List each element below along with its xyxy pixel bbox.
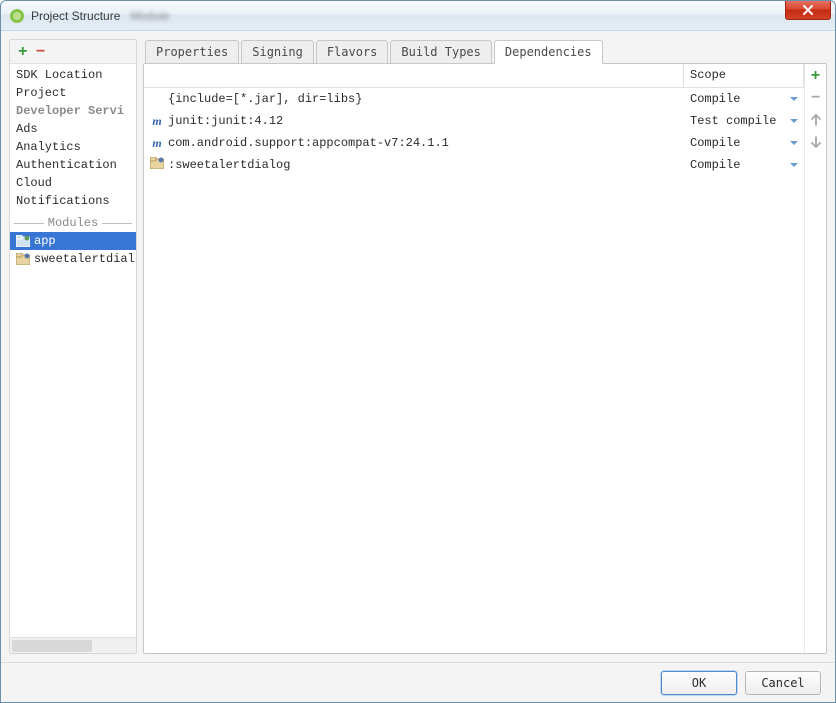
sidebar-item-label: Developer Servi [16, 104, 124, 118]
sidebar-item-label: Ads [16, 122, 38, 136]
scope-cell[interactable]: Compile [684, 156, 804, 174]
titlebar[interactable]: Project Structure Module [1, 1, 835, 31]
tab-flavors[interactable]: Flavors [316, 40, 389, 64]
sidebar-item-label: Project [16, 86, 66, 100]
sidebar-scrollbar[interactable] [10, 637, 136, 653]
sidebar-item-label: Cloud [16, 176, 52, 190]
module-icon [16, 253, 30, 265]
sidebar-modules-header: Modules [10, 214, 136, 232]
tab-label: Dependencies [505, 45, 592, 59]
scrollbar-thumb[interactable] [12, 640, 92, 652]
window-title-extra: Module [130, 9, 169, 23]
dependency-cell: {include=[*.jar], dir=libs} [144, 90, 684, 108]
scope-text: Compile [690, 136, 740, 150]
dependency-toolbar: + − [804, 64, 826, 653]
tab-properties[interactable]: Properties [145, 40, 239, 64]
cancel-button[interactable]: Cancel [745, 671, 821, 695]
scope-cell[interactable]: Compile [684, 134, 804, 152]
tab-label: Signing [252, 45, 303, 59]
dropdown-arrow-icon[interactable] [790, 163, 798, 167]
dependency-text: com.android.support:appcompat-v7:24.1.1 [168, 136, 449, 150]
table-body: {include=[*.jar], dir=libs} Compile m ju… [144, 88, 804, 653]
dependency-text: :sweetalertdialog [168, 158, 290, 172]
sidebar-item-label: Authentication [16, 158, 117, 172]
sidebar-item-project[interactable]: Project [10, 84, 136, 102]
add-icon[interactable]: + [18, 43, 28, 61]
app-icon [9, 8, 25, 24]
table-row[interactable]: {include=[*.jar], dir=libs} Compile [144, 88, 804, 110]
module-label: sweetalertdial [34, 252, 135, 266]
tab-label: Properties [156, 45, 228, 59]
dependency-text: junit:junit:4.12 [168, 114, 283, 128]
move-down-button[interactable] [808, 134, 824, 150]
dependency-cell: :sweetalertdialog [144, 155, 684, 175]
main-panel: Properties Signing Flavors Build Types D… [143, 39, 827, 654]
dependency-table: Scope {include=[*.jar], dir=libs} Compil… [144, 64, 804, 653]
remove-icon[interactable]: − [36, 43, 46, 61]
ok-button[interactable]: OK [661, 671, 737, 695]
module-folder-icon [150, 157, 164, 173]
sidebar-item-notifications[interactable]: Notifications [10, 192, 136, 210]
modules-header-label: Modules [48, 216, 98, 230]
tab-build-types[interactable]: Build Types [390, 40, 491, 64]
sidebar-item-label: SDK Location [16, 68, 102, 82]
maven-icon: m [150, 114, 164, 129]
dropdown-arrow-icon[interactable] [790, 97, 798, 101]
dialog-footer: OK Cancel [1, 662, 835, 702]
tabs: Properties Signing Flavors Build Types D… [143, 39, 827, 63]
sidebar-item-label: Notifications [16, 194, 110, 208]
table-row[interactable]: m com.android.support:appcompat-v7:24.1.… [144, 132, 804, 154]
dropdown-arrow-icon[interactable] [790, 141, 798, 145]
add-dependency-button[interactable]: + [808, 68, 824, 84]
sidebar-module-sweetalertdialog[interactable]: sweetalertdial [10, 250, 136, 268]
sidebar-item-label: Analytics [16, 140, 81, 154]
dropdown-arrow-icon[interactable] [790, 119, 798, 123]
scope-cell[interactable]: Test compile [684, 112, 804, 130]
table-header: Scope [144, 64, 804, 88]
sidebar-list: SDK Location Project Developer Servi Ads… [10, 64, 136, 637]
tab-signing[interactable]: Signing [241, 40, 314, 64]
dependency-cell: m junit:junit:4.12 [144, 112, 684, 131]
table-row[interactable]: :sweetalertdialog Compile [144, 154, 804, 176]
sidebar-module-app[interactable]: app [10, 232, 136, 250]
sidebar-item-cloud[interactable]: Cloud [10, 174, 136, 192]
dependency-cell: m com.android.support:appcompat-v7:24.1.… [144, 134, 684, 153]
tab-label: Flavors [327, 45, 378, 59]
table-row[interactable]: m junit:junit:4.12 Test compile [144, 110, 804, 132]
scope-header-label: Scope [690, 68, 726, 82]
project-structure-window: Project Structure Module + − SDK Locatio… [0, 0, 836, 703]
scope-text: Compile [690, 92, 740, 106]
remove-dependency-button[interactable]: − [808, 90, 824, 106]
dependencies-panel: Scope {include=[*.jar], dir=libs} Compil… [143, 63, 827, 654]
module-label: app [34, 234, 56, 248]
col-header-scope: Scope [684, 64, 804, 87]
module-icon [16, 235, 30, 247]
maven-icon: m [150, 136, 164, 151]
sidebar-item-sdk-location[interactable]: SDK Location [10, 66, 136, 84]
window-title: Project Structure [31, 9, 120, 23]
col-header-dependency [144, 64, 684, 87]
sidebar-section-developer-services: Developer Servi [10, 102, 136, 120]
sidebar-item-ads[interactable]: Ads [10, 120, 136, 138]
sidebar-item-authentication[interactable]: Authentication [10, 156, 136, 174]
dialog-body: + − SDK Location Project Developer Servi… [1, 31, 835, 662]
tab-label: Build Types [401, 45, 480, 59]
sidebar: + − SDK Location Project Developer Servi… [9, 39, 137, 654]
move-up-button[interactable] [808, 112, 824, 128]
scope-text: Compile [690, 158, 740, 172]
close-button[interactable] [785, 0, 831, 20]
scope-text: Test compile [690, 114, 776, 128]
dependency-text: {include=[*.jar], dir=libs} [168, 92, 362, 106]
scope-cell[interactable]: Compile [684, 90, 804, 108]
sidebar-toolbar: + − [10, 40, 136, 64]
tab-dependencies[interactable]: Dependencies [494, 40, 603, 64]
sidebar-item-analytics[interactable]: Analytics [10, 138, 136, 156]
